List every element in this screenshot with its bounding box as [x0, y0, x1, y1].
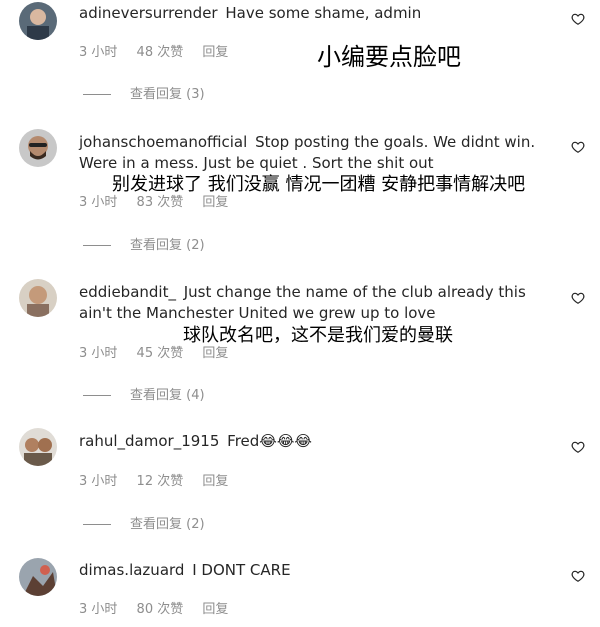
reply-button[interactable]: 回复	[202, 346, 228, 361]
avatar[interactable]	[19, 558, 57, 596]
reply-button[interactable]: 回复	[202, 602, 228, 617]
comment-likes[interactable]: 45 次赞	[137, 346, 184, 361]
comment-time: 3 小时	[79, 195, 118, 210]
view-replies-label: 查看回复 (2)	[130, 517, 205, 532]
heart-outline-icon[interactable]	[571, 140, 585, 154]
avatar[interactable]	[19, 428, 57, 466]
comment-meta: 3 小时 83 次赞 回复	[79, 191, 243, 210]
comment-likes[interactable]: 48 次赞	[137, 45, 184, 60]
comment-likes[interactable]: 83 次赞	[137, 195, 184, 210]
comment-username[interactable]: rahul_damor_1915	[79, 432, 219, 450]
comment-likes[interactable]: 80 次赞	[137, 602, 184, 617]
avatar-image	[19, 558, 57, 596]
comment-body: I DONT CARE	[192, 561, 291, 579]
comment-meta: 3 小时 45 次赞 回复	[79, 342, 243, 361]
translation-caption: 小编要点脸吧	[317, 43, 461, 71]
divider-line	[83, 94, 111, 95]
reply-button[interactable]: 回复	[202, 45, 228, 60]
avatar-image	[19, 129, 57, 167]
comment-likes[interactable]: 12 次赞	[137, 474, 184, 489]
comment-username[interactable]: dimas.lazuard	[79, 561, 184, 579]
comment-username[interactable]: eddiebandit_	[79, 283, 176, 301]
avatar[interactable]	[19, 2, 57, 40]
view-replies-button[interactable]: 查看回复 (4)	[83, 384, 205, 403]
avatar-image	[19, 2, 57, 40]
view-replies-label: 查看回复 (2)	[130, 238, 205, 253]
avatar[interactable]	[19, 129, 57, 167]
view-replies-label: 查看回复 (3)	[130, 87, 205, 102]
divider-line	[83, 395, 111, 396]
divider-line	[83, 245, 111, 246]
reply-button[interactable]: 回复	[202, 195, 228, 210]
comment-time: 3 小时	[79, 45, 118, 60]
comment-text: johanschoemanofficial Stop posting the g…	[79, 132, 549, 174]
comment-text: eddiebandit_ Just change the name of the…	[79, 282, 549, 324]
comment-text: rahul_damor_1915 Fred😂😂😂	[79, 431, 549, 452]
comment-meta: 3 小时 12 次赞 回复	[79, 470, 243, 489]
comment-meta: 3 小时 48 次赞 回复	[79, 41, 243, 60]
comment-text: adineversurrender Have some shame, admin	[79, 3, 549, 24]
view-replies-button[interactable]: 查看回复 (2)	[83, 513, 205, 532]
avatar-image	[19, 279, 57, 317]
heart-outline-icon[interactable]	[571, 569, 585, 583]
heart-outline-icon[interactable]	[571, 440, 585, 454]
comment-body: Have some shame, admin	[225, 4, 422, 22]
comment-username[interactable]: adineversurrender	[79, 4, 218, 22]
view-replies-button[interactable]: 查看回复 (3)	[83, 83, 205, 102]
heart-outline-icon[interactable]	[571, 291, 585, 305]
reply-button[interactable]: 回复	[202, 474, 228, 489]
heart-outline-icon[interactable]	[571, 12, 585, 26]
comment-text: dimas.lazuard I DONT CARE	[79, 560, 549, 581]
comment-username[interactable]: johanschoemanofficial	[79, 133, 247, 151]
comment-time: 3 小时	[79, 474, 118, 489]
comment-time: 3 小时	[79, 602, 118, 617]
view-replies-label: 查看回复 (4)	[130, 388, 205, 403]
view-replies-button[interactable]: 查看回复 (2)	[83, 234, 205, 253]
comment-time: 3 小时	[79, 346, 118, 361]
divider-line	[83, 524, 111, 525]
comment-body: Fred😂😂😂	[227, 432, 312, 450]
comment-meta: 3 小时 80 次赞 回复	[79, 598, 243, 617]
avatar[interactable]	[19, 279, 57, 317]
avatar-image	[19, 428, 57, 466]
